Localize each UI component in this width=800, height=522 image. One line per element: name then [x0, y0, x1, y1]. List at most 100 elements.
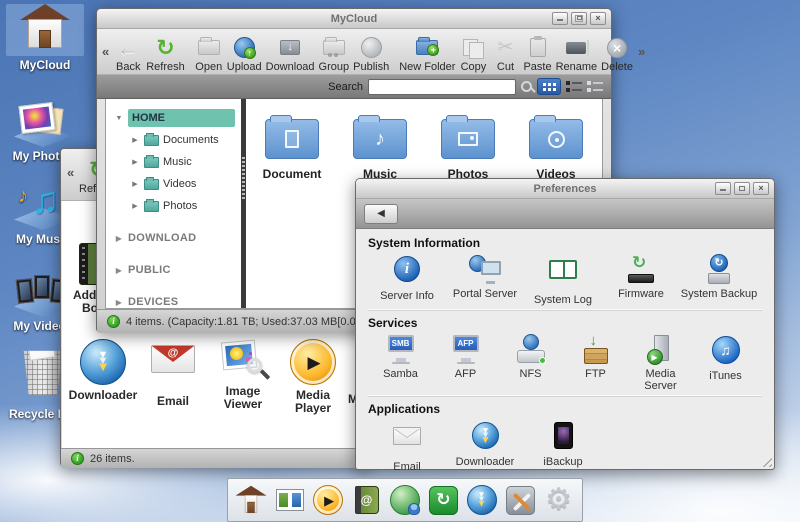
grid-view-button[interactable] [537, 78, 561, 95]
tree-item-photos[interactable]: ▶ Photos [106, 195, 241, 217]
toolbar-scroll-right-icon[interactable]: » [635, 44, 648, 59]
window-title: MyCloud [331, 13, 377, 25]
dock-downloader-icon[interactable]: ▼▼▼ [465, 483, 499, 517]
back-icon: ← [117, 37, 140, 59]
search-icon[interactable] [521, 81, 532, 92]
toolbar-scroll-left-icon[interactable]: « [99, 44, 112, 59]
desktop-icon-label: MyCloud [6, 59, 84, 72]
cut-icon: ✂ [497, 36, 513, 59]
file-item-documents[interactable]: Document [254, 113, 330, 181]
prefs-back-button[interactable]: ◀ [364, 204, 398, 224]
app-item-image-viewer[interactable]: Image Viewer [208, 339, 278, 411]
app-item-media-player[interactable]: ▶ Media Player [278, 339, 348, 415]
list-view-button[interactable] [587, 81, 603, 92]
delete-button[interactable]: × Delete [599, 31, 635, 73]
pref-item-afp[interactable]: AFP AFP [433, 334, 498, 392]
search-input[interactable] [368, 79, 516, 95]
back-button[interactable]: ← Back [112, 31, 144, 73]
pref-item-ftp[interactable]: ↓ FTP [563, 334, 628, 392]
videos-folder-icon [529, 119, 583, 159]
copy-button[interactable]: Copy [457, 31, 489, 73]
minimize-button[interactable] [715, 182, 731, 195]
file-item-music[interactable]: ♪ Music [342, 113, 418, 181]
section-heading: System Information [368, 236, 762, 250]
app-item-email[interactable]: @ Email [138, 339, 208, 408]
apps-status-text: 26 items. [90, 453, 135, 465]
app-item-downloader[interactable]: ▼▼▼ Downloader [68, 339, 138, 402]
publish-button[interactable]: Publish [351, 31, 391, 73]
dock-system-tools-icon[interactable] [503, 483, 537, 517]
open-button[interactable]: Open [193, 31, 225, 73]
preferences-titlebar[interactable]: Preferences × [356, 179, 774, 199]
cut-button[interactable]: ✂ Cut [489, 31, 521, 73]
dock-backup-sync-icon[interactable]: ↻ [426, 483, 460, 517]
photos-folder-icon [441, 119, 495, 159]
folder-icon [144, 179, 159, 190]
pref-item-server-info[interactable]: i Server Info [368, 254, 446, 306]
system-backup-icon: ↻ [701, 254, 737, 286]
refresh-button[interactable]: ↻ Refresh [144, 31, 187, 73]
tree-item-videos[interactable]: ▶ Videos [106, 173, 241, 195]
close-button[interactable]: × [753, 182, 769, 195]
pref-item-email[interactable]: Email [368, 420, 446, 473]
dock-address-book-icon[interactable]: @ [350, 483, 384, 517]
toolbar-scroll-left-icon[interactable]: « [64, 165, 77, 180]
new-folder-button[interactable]: + New Folder [397, 31, 457, 73]
copy-icon [463, 39, 483, 57]
restore-button[interactable] [571, 12, 587, 25]
desktop-icon-mycloud[interactable]: MyCloud [6, 2, 84, 72]
dock-mycloud-home-icon[interactable] [234, 483, 268, 517]
open-folder-icon [198, 40, 220, 55]
upload-button[interactable]: ↑ Upload [225, 31, 264, 73]
expanded-arrow-icon[interactable]: ▼ [114, 115, 124, 122]
folder-icon [144, 157, 159, 168]
maximize-button[interactable] [734, 182, 750, 195]
tree-item-music[interactable]: ▶ Music [106, 151, 241, 173]
dock-group-share-icon[interactable] [388, 483, 422, 517]
tree-item-download[interactable]: ▶DOWNLOAD [106, 227, 241, 249]
paste-icon [530, 38, 546, 57]
pref-item-media-server[interactable]: ▶ Media Server [628, 334, 693, 392]
close-button[interactable]: × [590, 12, 606, 25]
dock-media-player-icon[interactable]: ▶ [311, 483, 345, 517]
pref-item-samba[interactable]: SMB Samba [368, 334, 433, 392]
email-icon: @ [151, 345, 195, 373]
minimize-button[interactable] [552, 12, 568, 25]
dock-photo-album-icon[interactable] [273, 483, 307, 517]
music-folder-icon: ♪ [353, 119, 407, 159]
ftp-icon: ↓ [578, 334, 614, 366]
ibackup-icon [554, 422, 573, 449]
pref-item-system-log[interactable]: System Log [524, 254, 602, 306]
info-icon: i [107, 315, 120, 328]
pref-item-itunes[interactable]: ♫ iTunes [693, 334, 758, 392]
grid-icon [543, 83, 546, 86]
tree-item-documents[interactable]: ▶ Documents [106, 129, 241, 151]
dock-settings-gear-icon[interactable]: ⚙ [542, 483, 576, 517]
file-item-videos[interactable]: Videos [518, 113, 594, 181]
image-viewer-icon [220, 339, 266, 381]
file-item-photos[interactable]: Photos [430, 113, 506, 181]
detail-view-button[interactable] [566, 81, 582, 92]
pref-item-portal-server[interactable]: Portal Server [446, 254, 524, 306]
pref-item-downloader[interactable]: ▼▼▼ Downloader [446, 420, 524, 473]
photos-stack-icon [4, 95, 82, 147]
pref-item-ibackup[interactable]: iBackup [524, 420, 602, 473]
download-button[interactable]: ↓ Download [264, 31, 317, 73]
mycloud-titlebar[interactable]: MyCloud × [97, 9, 611, 29]
tree-item-devices[interactable]: ▶DEVICES [106, 291, 241, 308]
downloader-icon: ▼▼▼ [80, 339, 126, 385]
group-button[interactable]: Group [317, 31, 352, 73]
section-applications: Applications Email ▼▼▼ Downloader iBacku… [368, 396, 762, 477]
pref-item-system-backup[interactable]: ↻ System Backup [680, 254, 758, 306]
tree-item-public[interactable]: ▶PUBLIC [106, 259, 241, 281]
paste-button[interactable]: Paste [521, 31, 553, 73]
rename-button[interactable]: Rename [554, 31, 600, 73]
pref-item-nfs[interactable]: NFS [498, 334, 563, 392]
publish-icon [361, 37, 382, 58]
tree-item-home[interactable]: ▼ HOME [106, 107, 241, 129]
pref-item-firmware[interactable]: ↻ Firmware [602, 254, 680, 306]
pane-splitter[interactable] [241, 99, 246, 308]
firmware-icon: ↻ [623, 254, 659, 286]
apps-window-statusbar: i 26 items. [61, 448, 367, 468]
section-heading: Services [368, 316, 762, 330]
